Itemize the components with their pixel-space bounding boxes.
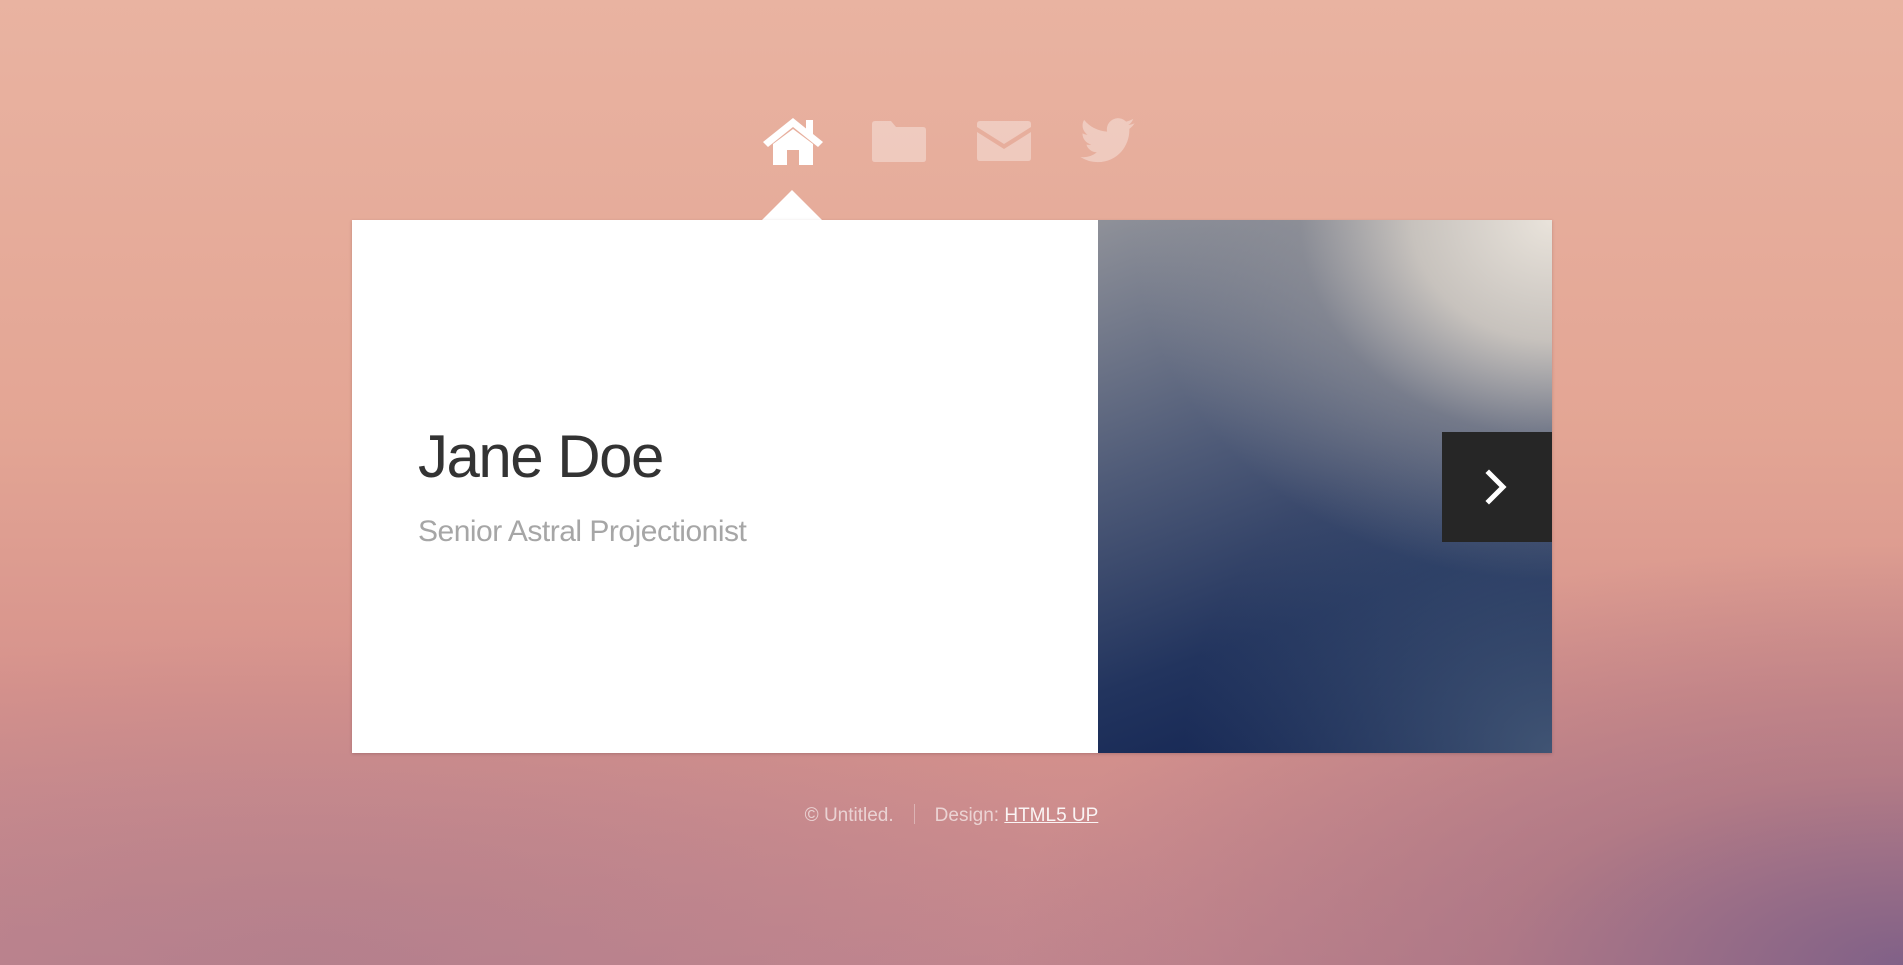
next-button[interactable] bbox=[1442, 432, 1552, 542]
footer: © Untitled. Design: HTML5 UP bbox=[0, 804, 1903, 827]
nav-twitter[interactable] bbox=[1077, 112, 1139, 170]
page-subtitle: Senior Astral Projectionist bbox=[418, 515, 747, 548]
home-icon bbox=[763, 118, 823, 165]
nav-portfolio[interactable] bbox=[868, 112, 930, 170]
intro-content: Jane Doe Senior Astral Projectionist bbox=[352, 220, 1098, 753]
nav-home[interactable] bbox=[760, 112, 826, 170]
folder-icon bbox=[872, 121, 926, 162]
chevron-right-icon bbox=[1485, 469, 1507, 505]
profile-image bbox=[1098, 220, 1552, 753]
copyright-text: © Untitled. bbox=[804, 805, 894, 826]
design-label: Design: bbox=[934, 805, 1000, 826]
footer-divider bbox=[913, 804, 915, 824]
main-panel: Jane Doe Senior Astral Projectionist bbox=[352, 220, 1552, 753]
nav-contact[interactable] bbox=[973, 112, 1035, 170]
design-credit-link[interactable]: HTML5 UP bbox=[1004, 805, 1098, 826]
active-nav-pointer bbox=[762, 190, 822, 220]
page-title: Jane Doe bbox=[418, 423, 664, 490]
envelope-icon bbox=[977, 121, 1031, 161]
twitter-icon bbox=[1080, 118, 1135, 163]
main-nav bbox=[0, 112, 1903, 170]
